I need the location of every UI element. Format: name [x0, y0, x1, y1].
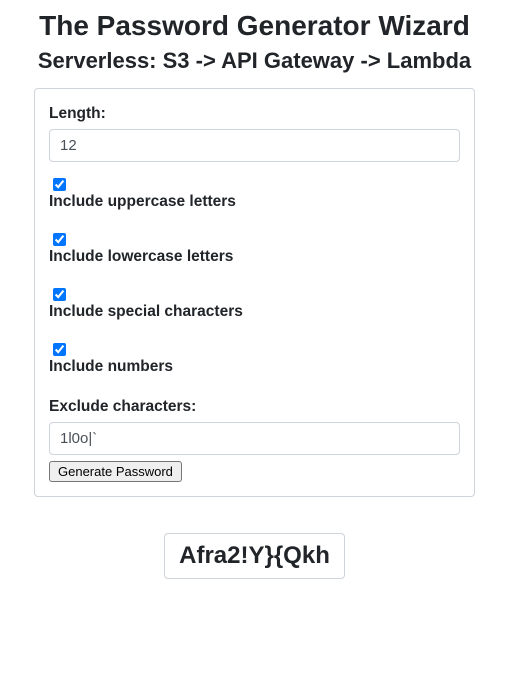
page-subtitle: Serverless: S3 -> API Gateway -> Lambda: [0, 48, 509, 74]
result-box: Afra2!Y}{Qkh: [0, 533, 509, 579]
length-label: Length:: [49, 105, 460, 123]
exclude-label: Exclude characters:: [49, 398, 460, 416]
form-panel: Length: Include uppercase letters Includ…: [34, 88, 475, 497]
special-checkbox[interactable]: [53, 288, 66, 301]
uppercase-label: Include uppercase letters: [49, 193, 460, 211]
uppercase-group: Include uppercase letters: [49, 178, 460, 211]
exclude-input[interactable]: [49, 422, 460, 455]
special-label: Include special characters: [49, 303, 460, 321]
generate-button[interactable]: Generate Password: [49, 461, 182, 482]
length-group: Length:: [49, 105, 460, 162]
special-group: Include special characters: [49, 288, 460, 321]
generated-password: Afra2!Y}{Qkh: [164, 533, 345, 579]
numbers-checkbox[interactable]: [53, 343, 66, 356]
lowercase-checkbox[interactable]: [53, 233, 66, 246]
numbers-label: Include numbers: [49, 358, 460, 376]
length-input[interactable]: [49, 129, 460, 162]
exclude-group: Exclude characters:: [49, 398, 460, 455]
page-title: The Password Generator Wizard: [0, 10, 509, 42]
lowercase-group: Include lowercase letters: [49, 233, 460, 266]
uppercase-checkbox[interactable]: [53, 178, 66, 191]
lowercase-label: Include lowercase letters: [49, 248, 460, 266]
numbers-group: Include numbers: [49, 343, 460, 376]
